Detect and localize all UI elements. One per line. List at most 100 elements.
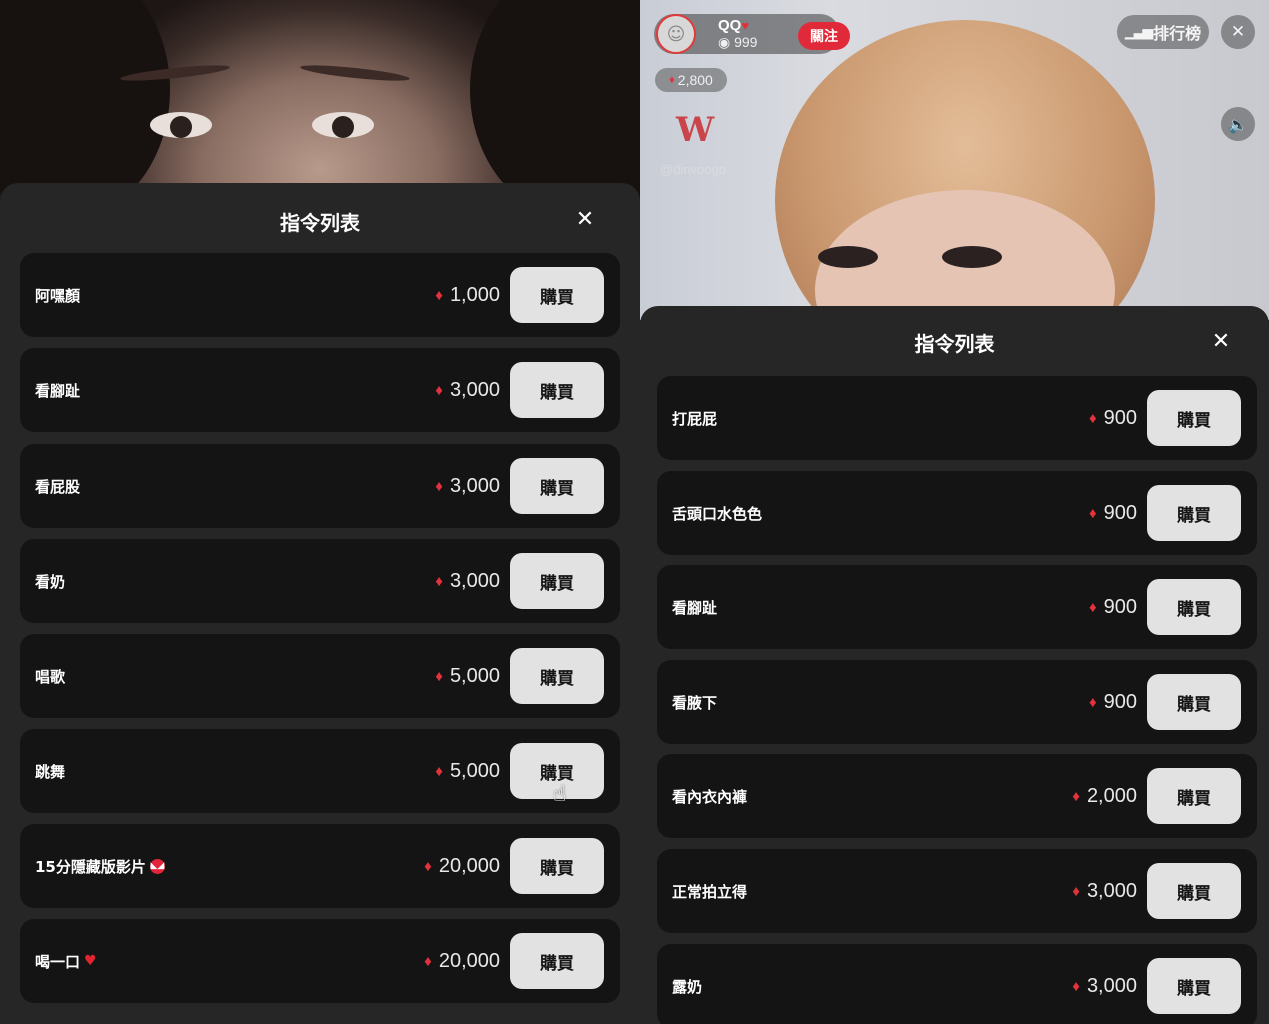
buy-button[interactable]: 購買 [1147, 674, 1241, 730]
close-icon[interactable]: ✕ [1206, 326, 1236, 356]
command-name: 15分隱藏版影片 [35, 857, 146, 876]
command-price: 5,000 [449, 759, 500, 782]
command-name: 喝一口 [35, 952, 81, 971]
command-row: 看腋下 ♦ 900 購買 [657, 660, 1257, 744]
command-name: 看腳趾 [672, 598, 718, 617]
command-row: 看屁股 ♦ 3,000 購買 [20, 444, 620, 528]
close-icon[interactable]: ✕ [570, 204, 600, 234]
buy-button[interactable]: 購買 [1147, 579, 1241, 635]
command-name: 看內衣內褲 [672, 787, 748, 806]
logo: W [676, 110, 714, 150]
command-name: 阿嘿顏 [35, 286, 81, 305]
command-price: 900 [1103, 501, 1137, 524]
command-name: 打屁屁 [672, 409, 718, 428]
command-name: 露奶 [672, 977, 703, 996]
command-name: 看腳趾 [35, 381, 81, 400]
buy-button[interactable]: 購買 [510, 933, 604, 989]
command-list-sheet: 指令列表 ✕ 打屁屁 ♦ 900 購買 舌頭口水色色 ♦ 900 購買 看腳趾 ♦ 9… [640, 306, 1269, 1024]
command-price: 3,000 [449, 569, 500, 592]
command-row: 唱歌 ♦ 5,000 購買 [20, 634, 620, 718]
command-price: 3,000 [449, 474, 500, 497]
command-name: 舌頭口水色色 [672, 504, 763, 523]
buy-button[interactable]: 購買 [510, 362, 604, 418]
left-screen: 指令列表 ✕ 阿嘿顏 ♦ 1,000 購買 看腳趾 ♦ 3,000 購買 看屁股 ♦… [0, 0, 640, 1024]
live-video [0, 0, 640, 220]
gem-icon: ♦ [435, 572, 443, 590]
buy-button[interactable]: 購買 [1147, 485, 1241, 541]
gem-icon: ♦ [424, 857, 432, 875]
follow-button[interactable]: 關注 [798, 22, 850, 50]
bar-chart-icon: ▁▃▅ [1124, 24, 1153, 40]
command-price: 5,000 [449, 664, 500, 687]
command-price: 900 [1103, 406, 1137, 429]
buy-button[interactable]: 購買 [510, 838, 604, 894]
gem-icon: ♦ [1072, 977, 1080, 995]
buy-button[interactable]: 購買 [1147, 768, 1241, 824]
gem-icon: ♦ [435, 477, 443, 495]
command-price: 900 [1103, 595, 1137, 618]
ranking-button[interactable]: ▁▃▅ 排行榜 [1117, 15, 1209, 49]
buy-button[interactable]: 購買 [510, 648, 604, 704]
buy-button[interactable]: 購買 [510, 267, 604, 323]
viewer-count: 999 [734, 34, 758, 50]
eye-icon: ◉ [718, 34, 735, 50]
sheet-title: 指令列表 [914, 332, 995, 356]
heart-icon: ♥ [741, 18, 750, 33]
gem-icon: ♦ [1072, 882, 1080, 900]
close-icon[interactable]: ✕ [1221, 15, 1255, 49]
host-name: QQ [718, 17, 742, 34]
gem-icon: ♦ [424, 952, 432, 970]
command-price: 3,000 [449, 378, 500, 401]
buy-button[interactable]: 購買 [510, 553, 604, 609]
gem-icon: ♦ [435, 286, 443, 304]
sheet-title: 指令列表 [280, 211, 360, 235]
buy-button[interactable]: 購買 [1147, 863, 1241, 919]
gem-icon: ♦ [1088, 409, 1097, 427]
buy-button[interactable]: 購買 [510, 458, 604, 514]
command-price: 3,000 [1086, 974, 1137, 997]
command-name: 跳舞 [35, 762, 66, 781]
command-row: 舌頭口水色色 ♦ 900 購買 [657, 471, 1257, 555]
command-row: 15分隱藏版影片 ◣◢ ♦ 20,000 購買 [20, 824, 620, 908]
command-row: 阿嘿顏 ♦ 1,000 購買 [20, 253, 620, 337]
gem-icon: ♦ [1088, 504, 1097, 522]
command-row: 喝一口 ♥ ♦ 20,000 購買 [20, 919, 620, 1003]
command-row: 跳舞 ♦ 5,000 購買 [20, 729, 620, 813]
watermark: @dinvoogo [660, 162, 726, 177]
command-name: 看腋下 [672, 693, 718, 712]
avatar[interactable]: ☺ [656, 14, 696, 54]
command-price: 900 [1103, 690, 1137, 713]
command-list-sheet: 指令列表 ✕ 阿嘿顏 ♦ 1,000 購買 看腳趾 ♦ 3,000 購買 看屁股 ♦… [0, 183, 640, 1024]
devil-emoji-icon: ◣◢ [149, 858, 165, 874]
host-info-pill: ☺ QQ♥ ◉ 999 關注 [654, 14, 850, 54]
command-price: 1,000 [449, 283, 500, 306]
command-row: 看奶 ♦ 3,000 購買 [20, 539, 620, 623]
gem-icon: ♦ [1088, 598, 1097, 616]
command-row: 正常拍立得 ♦ 3,000 購買 [657, 849, 1257, 933]
gem-icon: ♦ [1088, 693, 1097, 711]
command-row: 露奶 ♦ 3,000 購買 [657, 944, 1257, 1024]
buy-button[interactable]: 購買 [1147, 958, 1241, 1014]
command-row: 看內衣內褲 ♦ 2,000 購買 [657, 754, 1257, 838]
command-name: 唱歌 [35, 667, 66, 686]
command-row: 看腳趾 ♦ 3,000 購買 [20, 348, 620, 432]
command-price: 3,000 [1086, 879, 1137, 902]
command-row: 看腳趾 ♦ 900 購買 [657, 565, 1257, 649]
command-price: 20,000 [438, 854, 500, 877]
heart-emoji-icon: ♥ [84, 953, 97, 969]
gem-icon: ♦ [669, 74, 675, 86]
gem-balance: ♦ 2,800 [655, 68, 727, 92]
speaker-icon[interactable]: 🔈 [1221, 107, 1255, 141]
right-screen: ☺ QQ♥ ◉ 999 關注 ♦ 2,800 W @dinvoogo ▁▃▅ 排行榜… [640, 0, 1269, 1024]
gem-icon: ♦ [1072, 787, 1080, 805]
command-name: 看屁股 [35, 477, 81, 496]
command-name: 看奶 [35, 572, 66, 591]
command-price: 2,000 [1086, 784, 1137, 807]
buy-button[interactable]: 購買 [1147, 390, 1241, 446]
buy-button[interactable]: 購買 [510, 743, 604, 799]
command-price: 20,000 [438, 949, 500, 972]
command-row: 打屁屁 ♦ 900 購買 [657, 376, 1257, 460]
gem-icon: ♦ [435, 667, 443, 685]
command-name: 正常拍立得 [672, 882, 748, 901]
gem-icon: ♦ [435, 381, 443, 399]
